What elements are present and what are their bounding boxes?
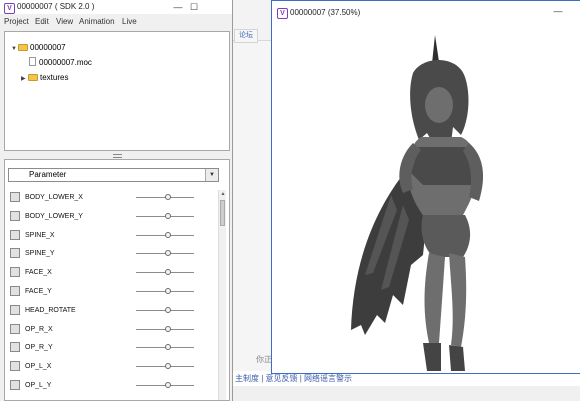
sdk-window: V 00000007 ( SDK 2.0 ) — ☐ Project Edit … <box>0 0 233 401</box>
chevron-down-icon[interactable]: ▼ <box>205 169 218 181</box>
parameter-checkbox[interactable] <box>10 192 20 202</box>
tree-textures-label: textures <box>40 73 69 82</box>
tree-moc-label: 00000007.moc <box>39 58 92 67</box>
model-canvas[interactable] <box>273 25 579 373</box>
parameter-row: BODY_LOWER_X <box>5 190 218 206</box>
parameter-slider-thumb[interactable] <box>164 325 171 332</box>
parameter-label: SPINE_Y <box>25 250 55 258</box>
parameter-checkbox[interactable] <box>10 323 20 334</box>
parameter-row: OP_R_X <box>5 322 218 338</box>
parameter-row: FACE_Y <box>5 284 218 300</box>
folder-icon <box>28 74 38 81</box>
tree-item-moc[interactable]: 00000007.moc <box>29 57 92 69</box>
parameter-label: OP_L_Y <box>25 382 52 389</box>
sdk-titlebar[interactable]: V 00000007 ( SDK 2.0 ) — ☐ <box>0 0 232 14</box>
menu-view[interactable]: View <box>56 16 73 28</box>
parameter-slider-thumb[interactable] <box>164 250 171 257</box>
parameter-row: FACE_X <box>5 265 218 281</box>
scrollbar-thumb[interactable] <box>220 200 225 226</box>
parameter-label: FACE_Y <box>25 288 52 295</box>
parameter-slider-thumb[interactable] <box>164 194 171 200</box>
preview-app-icon: V <box>277 8 288 19</box>
parameter-slider-thumb[interactable] <box>164 288 171 294</box>
preview-window: V 00000007 (37.50%) — <box>271 0 580 374</box>
minimize-button[interactable]: — <box>171 1 185 13</box>
parameter-row: SPINE_Y <box>5 246 218 262</box>
parameter-label: BODY_LOWER_X <box>25 194 83 201</box>
model-hips <box>421 215 471 257</box>
parameter-slider-thumb[interactable] <box>164 344 171 351</box>
model-feet <box>423 343 465 371</box>
parameter-slider-thumb[interactable] <box>164 231 171 238</box>
parameter-row: SPINE_X <box>5 228 218 244</box>
menu-animation[interactable]: Animation <box>79 16 115 28</box>
background-page-strip <box>233 0 271 401</box>
parameter-label: FACE_X <box>25 269 52 277</box>
parameter-dropdown-value: Parameter <box>29 170 67 179</box>
parameter-checkbox[interactable] <box>10 380 20 390</box>
parameter-checkbox[interactable] <box>10 304 20 315</box>
model-leg-left <box>424 253 445 343</box>
parameter-panel: Parameter ▼ BODY_LOWER_X BODY_LOWER_Y SPIN… <box>4 159 230 401</box>
parameter-checkbox[interactable] <box>10 248 20 259</box>
splitter-grip-icon[interactable] <box>113 154 122 158</box>
parameter-slider-thumb[interactable] <box>164 212 171 219</box>
scroll-up-arrow-icon[interactable]: ▲ <box>219 190 227 198</box>
parameter-checkbox[interactable] <box>10 342 20 353</box>
parameter-label: OP_R_Y <box>25 344 53 352</box>
menu-project[interactable]: Project <box>4 16 29 28</box>
file-icon <box>29 57 36 66</box>
parameter-label: BODY_LOWER_Y <box>25 212 83 220</box>
parameter-slider-thumb[interactable] <box>164 269 171 276</box>
project-tree: ▼ 00000007 00000007.moc ▶ textures <box>4 31 230 151</box>
tree-root-label: 00000007 <box>30 43 66 52</box>
parameter-label: OP_R_X <box>25 325 53 333</box>
parameter-scrollbar[interactable]: ▲ <box>218 190 226 400</box>
parameter-checkbox[interactable] <box>10 286 20 296</box>
parameter-checkbox[interactable] <box>10 229 20 240</box>
parameter-row: HEAD_ROTATE <box>5 303 218 319</box>
preview-titlebar[interactable]: V 00000007 (37.50%) — <box>272 1 580 25</box>
background-taskbar <box>233 386 580 401</box>
parameter-row: OP_R_Y <box>5 340 218 356</box>
parameter-label: OP_L_X <box>25 363 52 371</box>
tree-item-textures[interactable]: ▶ textures <box>21 72 68 84</box>
parameter-slider-thumb[interactable] <box>164 382 171 388</box>
parameter-checkbox[interactable] <box>10 361 20 372</box>
background-forum-link[interactable]: 论坛 <box>234 29 258 43</box>
folder-open-icon <box>18 44 28 51</box>
parameter-row: OP_L_X <box>5 359 218 375</box>
parameter-checkbox[interactable] <box>10 210 20 221</box>
menu-edit[interactable]: Edit <box>35 16 49 28</box>
pane-splitter[interactable] <box>0 152 232 158</box>
preview-window-title: 00000007 (37.50%) <box>290 8 361 17</box>
parameter-slider-thumb[interactable] <box>164 363 171 370</box>
menu-live[interactable]: Live <box>122 16 137 28</box>
parameter-label: SPINE_X <box>25 231 55 239</box>
menu-bar: Project Edit View Animation Live <box>0 16 232 28</box>
app-logo-icon: V <box>4 3 15 14</box>
expand-arrow-icon[interactable]: ▼ <box>11 43 18 55</box>
background-note: 你正 <box>256 355 272 364</box>
parameter-checkbox[interactable] <box>10 267 20 278</box>
sdk-window-title: 00000007 ( SDK 2.0 ) <box>17 2 95 11</box>
parameter-label: HEAD_ROTATE <box>25 306 76 314</box>
model-leg-right <box>449 253 467 347</box>
maximize-button[interactable]: ☐ <box>187 1 201 13</box>
parameter-list: BODY_LOWER_X BODY_LOWER_Y SPINE_X SPINE_Y FA… <box>5 190 218 400</box>
tree-item-root[interactable]: ▼ 00000007 <box>11 42 66 54</box>
parameter-row: BODY_LOWER_Y <box>5 209 218 225</box>
preview-minimize-button[interactable]: — <box>552 5 564 17</box>
parameter-dropdown[interactable]: Parameter ▼ <box>8 168 219 182</box>
parameter-slider-thumb[interactable] <box>164 306 171 313</box>
model-face <box>425 87 453 123</box>
parameter-row: OP_L_Y <box>5 378 218 394</box>
collapse-arrow-icon[interactable]: ▶ <box>21 73 28 85</box>
